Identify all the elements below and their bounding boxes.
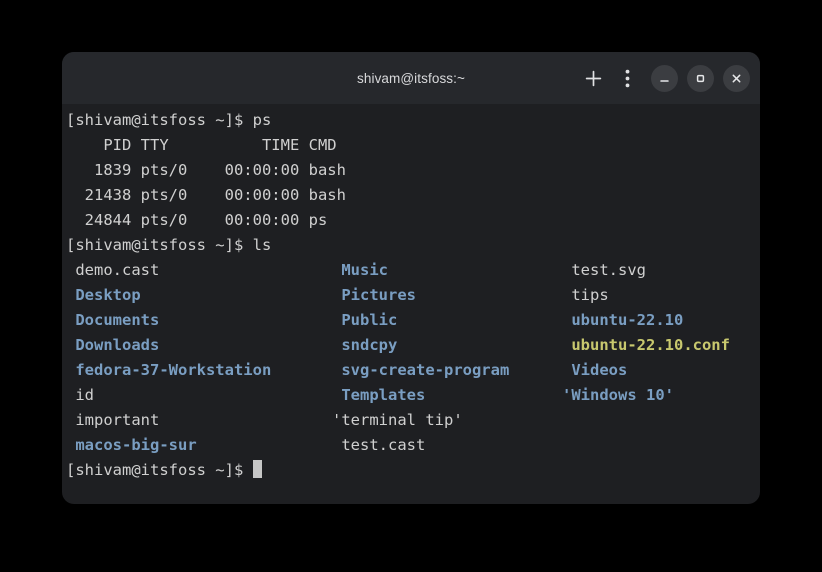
ls-entry: Downloads: [66, 333, 159, 358]
plus-icon: [585, 70, 602, 87]
ls-row: demo.cast Music test.svg: [62, 258, 760, 283]
ls-entry: tips: [562, 283, 609, 308]
ls-entry: id: [66, 383, 94, 408]
shell-prompt: [shivam@itsfoss ~]$: [66, 461, 253, 479]
ls-entry: Templates: [332, 383, 425, 408]
ls-entry: ubuntu-22.10.conf: [562, 333, 730, 358]
window-titlebar: shivam@itsfoss:~: [62, 52, 760, 104]
maximize-button[interactable]: [687, 65, 714, 92]
ls-entry: 'Windows 10': [562, 383, 674, 408]
ps-row: 24844 pts/0 00:00:00 ps: [62, 208, 760, 233]
ls-entry: Documents: [66, 308, 159, 333]
ls-row: Desktop Pictures tips: [62, 283, 760, 308]
ls-row: id Templates 'Windows 10': [62, 383, 760, 408]
new-tab-button[interactable]: [578, 63, 608, 93]
terminal-output-area[interactable]: [shivam@itsfoss ~]$ ps PID TTY TIME CMD …: [62, 104, 760, 504]
command-line-ps: [shivam@itsfoss ~]$ ps: [62, 108, 760, 133]
close-button[interactable]: [723, 65, 750, 92]
text-cursor: [253, 460, 262, 478]
command-text-ps: ps: [253, 111, 272, 129]
ls-entry: sndcpy: [332, 333, 397, 358]
ls-entry: ubuntu-22.10: [562, 308, 683, 333]
ls-entry: Music: [332, 258, 388, 283]
ls-row: Downloads sndcpy ubuntu-22.10.conf: [62, 333, 760, 358]
ls-entry: Desktop: [66, 283, 141, 308]
ps-row: 1839 pts/0 00:00:00 bash: [62, 158, 760, 183]
titlebar-actions: [578, 63, 750, 93]
shell-prompt: [shivam@itsfoss ~]$: [66, 111, 253, 129]
ls-entry: Videos: [562, 358, 627, 383]
command-line-ls: [shivam@itsfoss ~]$ ls: [62, 233, 760, 258]
menu-button[interactable]: [612, 63, 642, 93]
ps-header-row: PID TTY TIME CMD: [62, 133, 760, 158]
terminal-window: shivam@itsfoss:~: [62, 52, 760, 504]
ls-entry: 'terminal tip': [332, 408, 463, 433]
minimize-icon: [658, 72, 671, 85]
ls-entry: demo.cast: [66, 258, 159, 283]
command-text-ls: ls: [253, 236, 272, 254]
ls-entry: fedora-37-Workstation: [66, 358, 271, 383]
vertical-dots-icon: [625, 69, 630, 88]
ls-row: Documents Public ubuntu-22.10: [62, 308, 760, 333]
ls-entry: Public: [332, 308, 397, 333]
ls-row: important 'terminal tip': [62, 408, 760, 433]
ls-entry: macos-big-sur: [66, 433, 197, 458]
maximize-icon: [694, 72, 707, 85]
ls-row: macos-big-sur test.cast: [62, 433, 760, 458]
close-icon: [730, 72, 743, 85]
minimize-button[interactable]: [651, 65, 678, 92]
shell-prompt: [shivam@itsfoss ~]$: [66, 236, 253, 254]
ls-entry: Pictures: [332, 283, 416, 308]
ls-entry: test.svg: [562, 258, 646, 283]
ls-entry: test.cast: [332, 433, 425, 458]
ps-row: 21438 pts/0 00:00:00 bash: [62, 183, 760, 208]
ls-entry: important: [66, 408, 159, 433]
ls-output: demo.cast Music test.svg Desktop Picture…: [62, 258, 760, 458]
ls-entry: svg-create-program: [332, 358, 509, 383]
command-line-active: [shivam@itsfoss ~]$: [62, 458, 760, 483]
ls-row: fedora-37-Workstation svg-create-program…: [62, 358, 760, 383]
